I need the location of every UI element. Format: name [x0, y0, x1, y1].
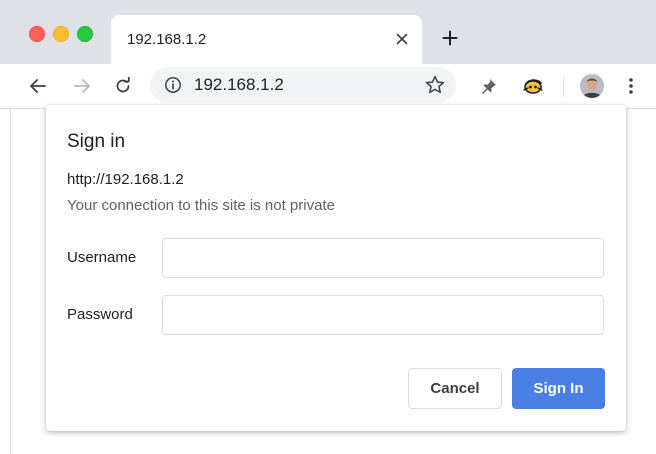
- minimize-window-button[interactable]: [53, 26, 69, 42]
- pin-icon: [482, 79, 496, 94]
- tab-title: 192.168.1.2: [127, 31, 207, 48]
- zoom-window-button[interactable]: [77, 26, 93, 42]
- tab-close-button[interactable]: [392, 29, 412, 49]
- cancel-button[interactable]: Cancel: [408, 368, 502, 409]
- sign-in-dialog: Sign in http://192.168.1.2 Your connecti…: [46, 105, 626, 431]
- password-label: Password: [67, 306, 133, 323]
- avatar-icon: [580, 74, 604, 98]
- reload-icon: [116, 77, 130, 93]
- dialog-warning: Your connection to this site is not priv…: [67, 197, 335, 214]
- info-icon[interactable]: [164, 76, 182, 94]
- forward-button[interactable]: [70, 74, 94, 98]
- profile-avatar[interactable]: [580, 74, 604, 98]
- active-tab[interactable]: 192.168.1.2: [111, 15, 422, 64]
- custom-extension-button[interactable]: [521, 74, 545, 98]
- toolbar-separator: [563, 77, 564, 97]
- more-vertical-icon: [629, 78, 633, 94]
- sign-in-button[interactable]: Sign In: [512, 368, 605, 409]
- page-left-edge: [0, 109, 11, 454]
- username-label: Username: [67, 249, 137, 266]
- reload-button[interactable]: [111, 74, 135, 98]
- close-window-button[interactable]: [29, 26, 45, 42]
- password-input[interactable]: [162, 295, 604, 335]
- address-url: 192.168.1.2: [194, 75, 284, 94]
- extension-icon: [523, 79, 543, 94]
- dialog-url: http://192.168.1.2: [67, 171, 184, 188]
- address-bar[interactable]: 192.168.1.2: [150, 67, 456, 103]
- browser-menu-button[interactable]: [621, 74, 641, 98]
- new-tab-button[interactable]: [438, 26, 462, 50]
- back-arrow-icon: [30, 79, 46, 93]
- forward-arrow-icon: [74, 79, 90, 93]
- pin-extension-button[interactable]: [477, 74, 501, 98]
- browser-toolbar: 192.168.1.2: [0, 64, 656, 109]
- username-input[interactable]: [162, 238, 604, 278]
- dialog-title: Sign in: [67, 131, 126, 152]
- tab-strip: 192.168.1.2: [0, 0, 656, 64]
- plus-icon: [442, 30, 458, 46]
- star-icon[interactable]: [424, 74, 446, 96]
- close-icon: [396, 33, 408, 45]
- browser-window: 192.168.1.2 192.168.1.2 Sign in http://1…: [0, 0, 656, 454]
- back-button[interactable]: [26, 74, 50, 98]
